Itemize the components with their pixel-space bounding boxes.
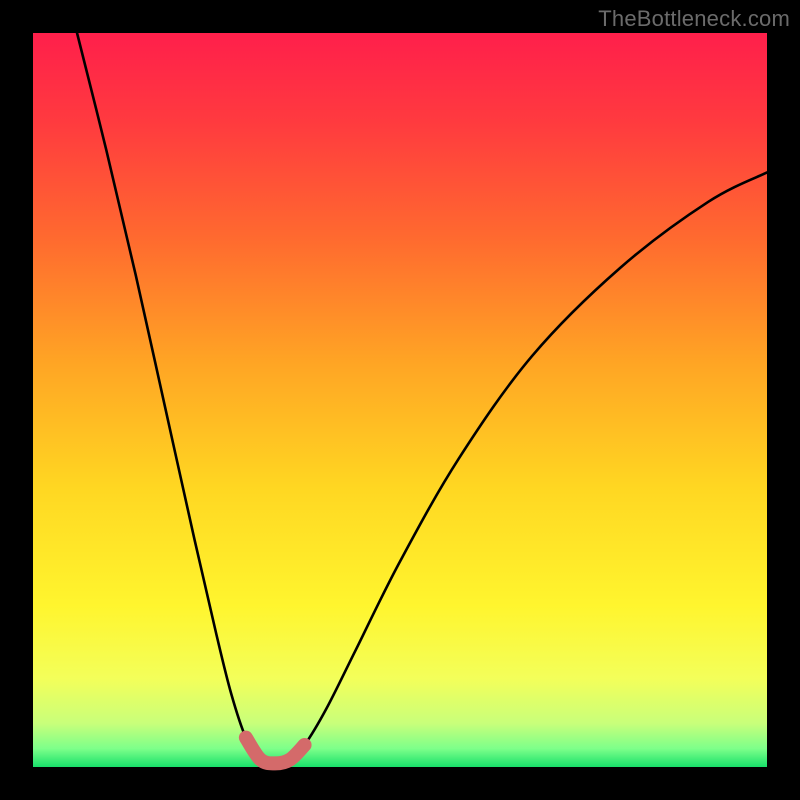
bottleneck-curve-svg: [33, 33, 767, 767]
chart-frame: TheBottleneck.com: [0, 0, 800, 800]
bottleneck-curve: [77, 33, 767, 763]
watermark-text: TheBottleneck.com: [598, 6, 790, 32]
bottleneck-curve-optimal-region: [246, 738, 305, 764]
